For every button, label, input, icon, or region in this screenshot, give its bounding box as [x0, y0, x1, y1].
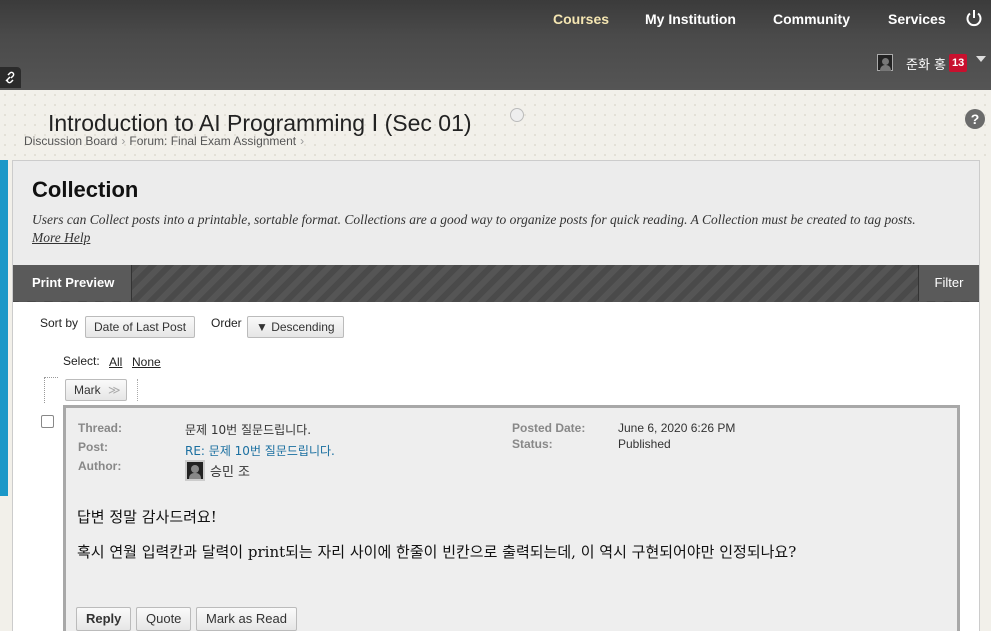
nav-courses[interactable]: Courses	[553, 11, 609, 27]
post-checkbox[interactable]	[41, 415, 54, 428]
breadcrumb: Discussion Board › Forum: Final Exam Assig…	[24, 134, 308, 148]
filter-button[interactable]: Filter	[918, 265, 979, 301]
more-help-link[interactable]: More Help	[32, 230, 90, 245]
chevron-right-icon: ›	[300, 134, 305, 148]
thread-label: Thread:	[78, 421, 123, 435]
nav-my-institution[interactable]: My Institution	[645, 11, 736, 27]
order-label: Order	[211, 316, 242, 330]
post-label: Post:	[78, 440, 108, 454]
post-body-line: 혹시 연월 입력칸과 달력이 print되는 자리 사이에 한줄이 빈칸으로 출…	[77, 543, 797, 561]
bulk-action-connector	[44, 377, 58, 403]
posted-date-value: June 6, 2020 6:26 PM	[618, 421, 736, 435]
status-label: Status:	[512, 437, 553, 451]
nav-services[interactable]: Services	[888, 11, 946, 27]
top-navigation-bar: Courses My Institution Community Service…	[0, 0, 991, 90]
quote-button[interactable]: Quote	[136, 607, 192, 631]
sort-by-label: Sort by	[40, 316, 79, 330]
description-text: Users can Collect posts into a printable…	[32, 212, 916, 227]
select-label: Select:	[63, 354, 100, 368]
mark-label: Mark	[74, 383, 101, 397]
chevron-right-icon: ›	[121, 134, 126, 148]
course-title[interactable]: Introduction to AI Programming Ⅰ (Sec 01…	[48, 110, 472, 137]
page-title: Collection	[32, 177, 139, 202]
reply-button[interactable]: Reply	[76, 607, 132, 631]
action-bar: Print Preview Filter	[13, 265, 979, 302]
author-name: 승민 조	[210, 465, 251, 480]
post-body-line: 답변 정말 감사드려요!	[77, 508, 217, 526]
author-label: Author:	[78, 459, 122, 473]
select-none-link[interactable]: None	[132, 355, 161, 369]
collection-panel: Collection Users can Collect posts into …	[12, 160, 980, 631]
help-icon[interactable]: ?	[965, 109, 985, 129]
mark-as-read-button[interactable]: Mark as Read	[196, 607, 297, 631]
print-preview-button[interactable]: Print Preview	[13, 265, 132, 301]
chevron-down-icon: ≫	[108, 383, 121, 397]
post-card: Thread: 문제 10번 질문드립니다. Post: RE: 문제 10번 …	[63, 405, 960, 631]
chevron-down-icon[interactable]	[510, 108, 524, 122]
divider	[137, 379, 138, 401]
nav-community[interactable]: Community	[773, 11, 850, 27]
select-all-link[interactable]: All	[109, 355, 122, 369]
post-link[interactable]: RE: 문제 10번 질문드립니다.	[185, 442, 335, 459]
notification-badge[interactable]: 13	[949, 54, 968, 72]
chevron-down-icon[interactable]	[976, 56, 986, 62]
breadcrumb-forum[interactable]: Forum: Final Exam Assignment	[129, 134, 296, 148]
author-avatar	[185, 460, 205, 481]
breadcrumb-discussion-board[interactable]: Discussion Board	[24, 134, 117, 148]
user-avatar	[877, 54, 893, 71]
user-name: 준화 홍	[906, 58, 947, 73]
posted-date-label: Posted Date:	[512, 421, 586, 435]
side-accent-bar	[0, 160, 8, 496]
power-icon[interactable]	[964, 8, 984, 28]
link-icon[interactable]	[0, 67, 21, 88]
status-value: Published	[618, 437, 671, 451]
thread-value: 문제 10번 질문드립니다.	[185, 423, 312, 437]
sort-by-select[interactable]: Date of Last Post	[85, 316, 196, 338]
mark-button[interactable]: Mark ≫	[65, 379, 127, 401]
order-select[interactable]: ▼ Descending	[247, 316, 344, 338]
panel-header: Collection Users can Collect posts into …	[13, 161, 979, 265]
page-description: Users can Collect posts into a printable…	[32, 211, 972, 247]
